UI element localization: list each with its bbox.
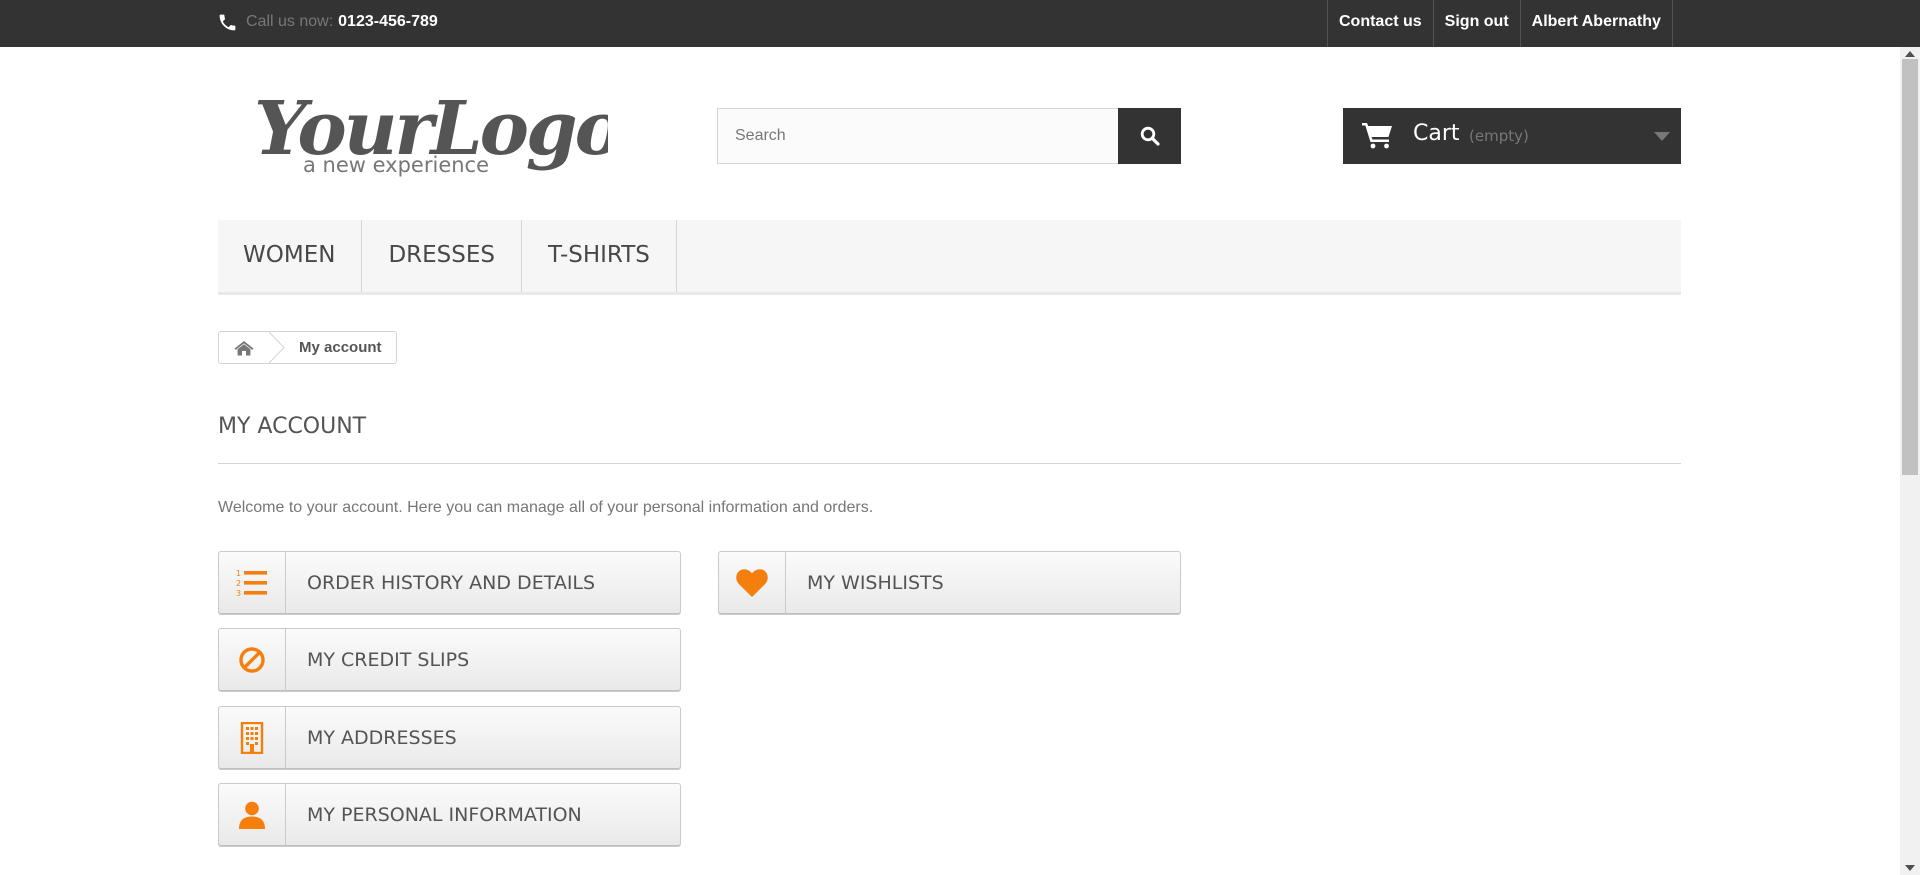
scroll-down-arrow-icon[interactable]: [1905, 865, 1915, 871]
cart-label: Cart: [1413, 121, 1460, 146]
menu-item-women[interactable]: WOMEN: [218, 220, 363, 292]
top-links: Contact us Sign out Albert Abernathy: [1327, 0, 1673, 47]
top-bar: Call us now: 0123-456-789 Contact us Sig…: [0, 0, 1920, 47]
breadcrumb-home-link[interactable]: [219, 332, 269, 363]
page-title: MY ACCOUNT: [218, 414, 367, 439]
caret-down-icon: [1654, 132, 1670, 141]
cart-button[interactable]: Cart (empty): [1343, 108, 1681, 164]
main-menu: WOMEN DRESSES T-SHIRTS: [218, 220, 1681, 295]
welcome-text: Welcome to your account. Here you can ma…: [218, 499, 874, 516]
credit-slips-icon-box: [219, 629, 286, 691]
addresses-label: MY ADDRESSES: [307, 727, 457, 749]
addresses-button[interactable]: MY ADDRESSES: [218, 706, 681, 770]
order-history-label: ORDER HISTORY AND DETAILS: [307, 572, 596, 594]
phone-info: Call us now: 0123-456-789: [217, 9, 438, 35]
search-input[interactable]: [717, 108, 1119, 164]
credit-slips-button[interactable]: MY CREDIT SLIPS: [218, 628, 681, 692]
credit-slips-label: MY CREDIT SLIPS: [307, 649, 470, 671]
phone-icon: [219, 14, 236, 30]
title-divider: [218, 463, 1681, 464]
logo-tagline: a new experience: [303, 153, 489, 177]
personal-info-icon-box: [219, 784, 286, 846]
heart-icon: [736, 569, 768, 597]
svg-text:2: 2: [236, 579, 241, 588]
building-icon: [240, 722, 264, 754]
breadcrumb: My account: [218, 331, 397, 364]
svg-text:1: 1: [236, 569, 241, 578]
wishlists-button[interactable]: MY WISHLISTS: [718, 551, 1181, 615]
search-icon: [1140, 126, 1160, 146]
personal-info-label: MY PERSONAL INFORMATION: [307, 804, 582, 826]
scroll-up-arrow-icon[interactable]: [1905, 51, 1915, 57]
order-history-icon-box: 1 2 3: [219, 552, 286, 614]
personal-info-button[interactable]: MY PERSONAL INFORMATION: [218, 783, 681, 847]
shopping-cart-icon: [1362, 123, 1392, 149]
user-icon: [239, 801, 265, 829]
wishlists-icon-box: [719, 552, 786, 614]
breadcrumb-separator: [269, 332, 285, 363]
page-scrollbar[interactable]: [1900, 47, 1920, 875]
menu-item-dresses[interactable]: DRESSES: [362, 220, 522, 292]
call-number: 0123-456-789: [338, 13, 438, 30]
ban-icon: [239, 647, 265, 673]
menu-item-t-shirts[interactable]: T-SHIRTS: [522, 220, 677, 292]
account-name-link[interactable]: Albert Abernathy: [1521, 0, 1673, 47]
order-history-button[interactable]: 1 2 3 ORDER HISTORY AND DETAILS: [218, 551, 681, 615]
contact-us-link[interactable]: Contact us: [1328, 0, 1434, 47]
list-ol-icon: 1 2 3: [236, 569, 267, 598]
addresses-icon-box: [219, 707, 286, 769]
call-label: Call us now:: [246, 13, 334, 30]
cart-status: (empty): [1469, 127, 1529, 145]
store-logo[interactable]: YourLogo a new experience: [248, 76, 608, 181]
home-icon: [234, 340, 254, 355]
wishlists-label: MY WISHLISTS: [807, 572, 944, 594]
search-button[interactable]: [1118, 108, 1181, 164]
sign-out-link[interactable]: Sign out: [1434, 0, 1521, 47]
scrollbar-thumb[interactable]: [1902, 59, 1918, 475]
svg-text:3: 3: [236, 589, 241, 598]
